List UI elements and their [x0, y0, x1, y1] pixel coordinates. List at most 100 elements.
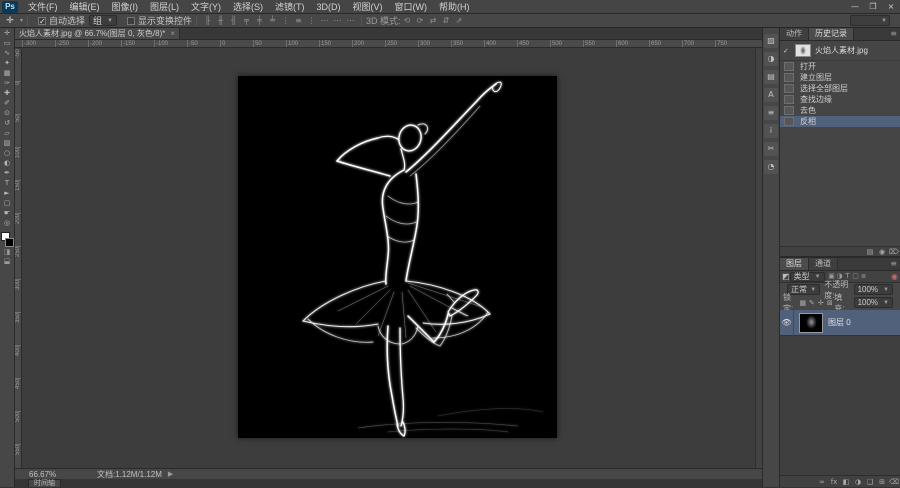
menu-item[interactable]: 窗口(W) [389, 0, 434, 14]
history-state[interactable]: 去色 [780, 105, 900, 116]
close-icon[interactable]: × [170, 28, 175, 39]
screen-mode-button[interactable]: ⬓ [1, 257, 14, 266]
layer-effects-icon[interactable]: fx [828, 476, 840, 488]
filter-shape-layers-icon[interactable]: ▢ [852, 272, 860, 281]
distribute-top-icon[interactable]: ⋮ [279, 15, 292, 27]
delete-state-icon[interactable]: ⌦ [888, 247, 900, 256]
distribute-bottom-icon[interactable]: ⋮ [305, 15, 318, 27]
zoom-tool[interactable]: ◎ [1, 218, 14, 228]
dodge-tool[interactable]: ◐ [1, 158, 14, 168]
history-brush-source-icon[interactable]: ✓ [783, 47, 791, 55]
snapshot-thumbnail[interactable] [795, 44, 811, 57]
history-state[interactable]: 查找边缘 [780, 94, 900, 105]
minimize-button[interactable]: — [846, 0, 864, 13]
link-layers-icon[interactable]: ∞ [816, 476, 828, 488]
distribute-right-icon[interactable]: ⋯ [344, 15, 357, 27]
lock-all-icon[interactable]: ⊠ [825, 299, 834, 307]
panel-menu-icon[interactable]: ≡ [890, 258, 900, 270]
3d-slide-icon[interactable]: ⇵ [440, 15, 453, 27]
adjustment-layer-icon[interactable]: ◑ [852, 476, 864, 488]
move-tool[interactable]: ✛ [1, 28, 14, 38]
background-color-swatch[interactable] [5, 238, 14, 247]
document-tab[interactable]: 火焰人素材.jpg @ 66.7%(图层 0, 灰色/8)* × [15, 28, 180, 39]
3d-roll-icon[interactable]: ⟳ [414, 15, 427, 27]
layer-mask-icon[interactable]: ◧ [840, 476, 852, 488]
layer-name[interactable]: 图层 0 [828, 317, 851, 328]
color-panel-icon[interactable]: ▧ [764, 34, 778, 48]
3d-rotate-icon[interactable]: ⟲ [401, 15, 414, 27]
brush-tool[interactable]: ✐ [1, 98, 14, 108]
filter-smart-objects-icon[interactable]: ⧈ [860, 272, 868, 281]
align-vertical-centers-icon[interactable]: ╪ [253, 15, 266, 27]
eyedropper-tool[interactable]: ✑ [1, 78, 14, 88]
new-snapshot-icon[interactable]: ◉ [876, 247, 888, 256]
align-bottom-edges-icon[interactable]: ╧ [266, 15, 279, 27]
adjustments-panel-icon[interactable]: ◑ [764, 52, 778, 66]
zoom-level-field[interactable]: 66.67% [29, 470, 69, 479]
distribute-left-icon[interactable]: ⋯ [318, 15, 331, 27]
panel-menu-icon[interactable]: ≡ [890, 28, 900, 40]
type-tool[interactable]: T [1, 178, 14, 188]
quick-selection-tool[interactable]: ✦ [1, 58, 14, 68]
shape-tool[interactable]: ▢ [1, 198, 14, 208]
restore-button[interactable]: ❐ [864, 0, 882, 13]
canvas[interactable] [238, 76, 557, 438]
blur-tool[interactable]: ○ [1, 148, 14, 158]
new-group-icon[interactable]: ❑ [864, 476, 876, 488]
history-state[interactable]: 建立图层 [780, 72, 900, 83]
status-options-arrow-icon[interactable]: ▶ [168, 470, 173, 478]
menu-item[interactable]: 图层(L) [144, 0, 185, 14]
filter-toggle-icon[interactable]: ◉ [891, 272, 898, 281]
menu-item[interactable]: 视图(V) [347, 0, 389, 14]
new-layer-icon[interactable]: ⊞ [876, 476, 888, 488]
menu-item[interactable]: 图像(I) [106, 0, 145, 14]
align-horizontal-centers-icon[interactable]: ╫ [214, 15, 227, 27]
tab-layers[interactable]: 图层 [780, 258, 809, 270]
tab-channels[interactable]: 通道 [809, 258, 838, 270]
new-document-from-state-icon[interactable]: ▤ [864, 247, 876, 256]
lock-position-icon[interactable]: ✛ [816, 299, 825, 307]
tab-timeline[interactable]: 时间轴 [28, 479, 61, 487]
align-left-edges-icon[interactable]: ╟ [201, 15, 214, 27]
auto-select-checkbox[interactable]: ✓ [38, 17, 46, 25]
opacity-field[interactable]: 100% ▼ [854, 284, 893, 295]
paragraph-panel-icon[interactable]: ≡ [764, 106, 778, 120]
workspace-dropdown[interactable]: ▼ [850, 15, 890, 26]
layer-row[interactable]: 👁 图层 0 [780, 310, 900, 336]
auto-select-scope-dropdown[interactable]: 组 ▼ [89, 15, 117, 26]
hand-tool[interactable]: ☛ [1, 208, 14, 218]
menu-item[interactable]: 文件(F) [22, 0, 64, 14]
tab-actions[interactable]: 动作 [780, 28, 809, 40]
crop-tool[interactable]: ▦ [1, 68, 14, 78]
vertical-scrollbar[interactable] [755, 49, 762, 468]
info-panel-icon[interactable]: i [764, 124, 778, 138]
clone-source-panel-icon[interactable]: ◔ [764, 160, 778, 174]
gradient-tool[interactable]: ▨ [1, 138, 14, 148]
menu-item[interactable]: 3D(D) [311, 0, 347, 14]
lock-transparent-icon[interactable]: ▦ [798, 299, 807, 307]
eraser-tool[interactable]: ▱ [1, 128, 14, 138]
history-snapshot-row[interactable]: ✓ 火焰人素材.jpg [780, 41, 900, 61]
tab-history[interactable]: 历史记录 [809, 28, 854, 40]
filter-kind-icon[interactable]: ◩ [782, 272, 790, 281]
filter-type-dropdown[interactable]: 类型 ▼ [790, 272, 825, 282]
history-brush-tool[interactable]: ↺ [1, 118, 14, 128]
properties-panel-icon[interactable]: ✂ [764, 142, 778, 156]
menu-item[interactable]: 文字(Y) [185, 0, 227, 14]
quick-mask-button[interactable]: ◨ [1, 248, 14, 257]
menu-item[interactable]: 选择(S) [227, 0, 269, 14]
menu-item[interactable]: 滤镜(T) [269, 0, 311, 14]
layer-thumbnail[interactable] [799, 313, 823, 333]
visibility-eye-icon[interactable]: 👁 [780, 310, 794, 336]
history-state[interactable]: 打开 [780, 61, 900, 72]
menu-item[interactable]: 帮助(H) [433, 0, 476, 14]
clone-stamp-tool[interactable]: ⊙ [1, 108, 14, 118]
delete-layer-icon[interactable]: ⌫ [888, 476, 900, 488]
move-tool-icon[interactable]: ✛ [0, 16, 20, 26]
show-transform-checkbox[interactable] [127, 17, 135, 25]
styles-panel-icon[interactable]: ▤ [764, 70, 778, 84]
3d-scale-icon[interactable]: ⇗ [453, 15, 466, 27]
lasso-tool[interactable]: ∿ [1, 48, 14, 58]
history-state[interactable]: 反相 [780, 116, 900, 127]
align-right-edges-icon[interactable]: ╢ [227, 15, 240, 27]
